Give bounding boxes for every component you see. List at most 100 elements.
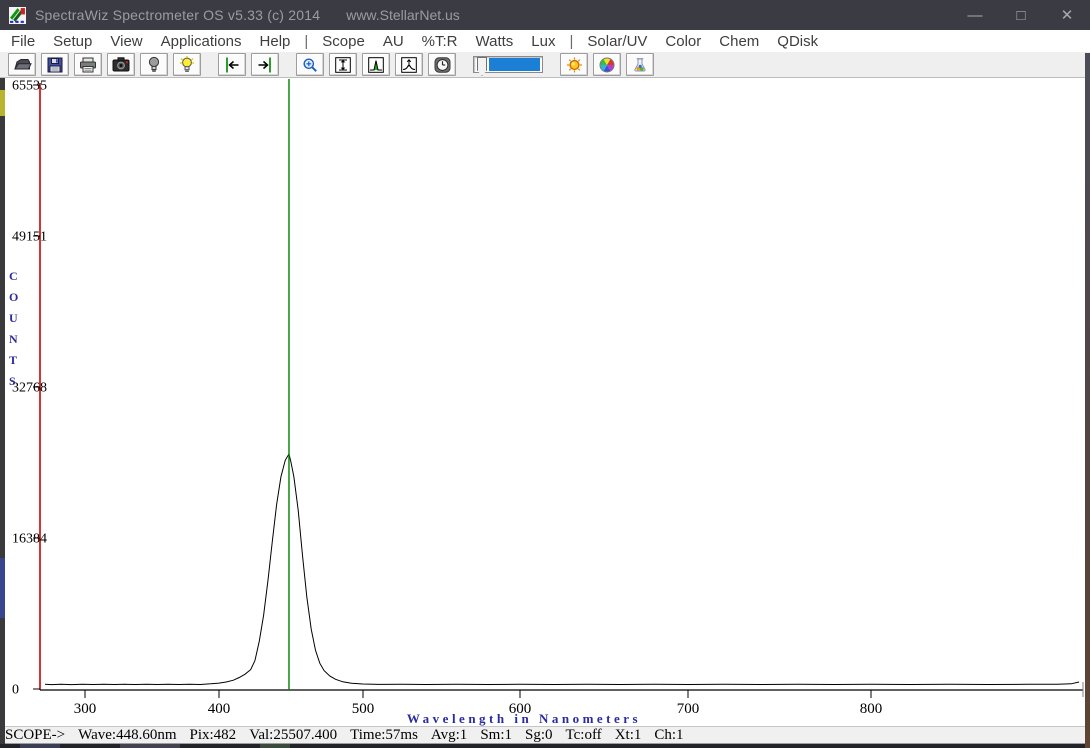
minimize-button[interactable]: — — [952, 0, 998, 30]
lamp-off-button[interactable] — [140, 53, 168, 76]
desktop-artifact — [260, 744, 290, 748]
status-field: Time:57ms — [350, 727, 418, 744]
y-axis-title-letter: O — [9, 290, 18, 304]
status-field: Pix:482 — [190, 727, 237, 744]
slider-handle[interactable] — [477, 57, 487, 76]
cursor-right-button[interactable] — [251, 53, 279, 76]
status-field: Xt:1 — [615, 727, 642, 744]
cursor-left-icon — [223, 57, 241, 73]
window-title-url: www.StellarNet.us — [346, 7, 460, 23]
menu-bar: FileSetupViewApplicationsHelp|ScopeAU%T:… — [0, 30, 1090, 52]
peak-up-icon — [401, 57, 417, 73]
y-tick-label: 32768 — [12, 380, 47, 395]
spectrawiz-window: { "window": { "title": "SpectraWiz Spect… — [0, 0, 1090, 748]
window-controls: — □ ✕ — [952, 0, 1090, 30]
autoscale-y-button[interactable] — [329, 53, 357, 76]
status-field: Avg:1 — [431, 727, 467, 744]
magnifier-icon — [302, 57, 318, 73]
maximize-button[interactable]: □ — [998, 0, 1044, 30]
x-tick-label: 500 — [352, 701, 375, 717]
x-tick-label: 300 — [74, 701, 97, 717]
x-tick-label: 800 — [860, 701, 883, 717]
y-tick-label: 16384 — [12, 531, 47, 546]
desktop-edge-left — [0, 78, 5, 744]
menu-separator: | — [564, 33, 578, 50]
print-button[interactable] — [74, 53, 102, 76]
menu-item-scope[interactable]: Scope — [313, 33, 374, 50]
lamp-on-button[interactable] — [173, 53, 201, 76]
desktop-edge-right — [1085, 53, 1090, 748]
app-logo-icon — [9, 7, 26, 24]
menu-item-setup[interactable]: Setup — [44, 33, 101, 50]
desktop-artifact — [0, 558, 5, 618]
integration-slider[interactable] — [473, 56, 543, 73]
toolbar — [0, 52, 1090, 78]
snapshot-button[interactable] — [107, 53, 135, 76]
spectrum-plot[interactable]: 016384327684915165535300400500600700800W… — [0, 78, 1090, 726]
menu-item-solar-uv[interactable]: Solar/UV — [578, 33, 656, 50]
desktop-artifact — [0, 90, 5, 116]
open-button[interactable] — [8, 53, 36, 76]
folder-icon — [13, 57, 32, 73]
peak-hold-button[interactable] — [395, 53, 423, 76]
y-tick-label: 49151 — [12, 230, 47, 245]
title-bar: SpectraWiz Spectrometer OS v5.33 (c) 201… — [0, 0, 1090, 30]
y-axis-title-letter: C — [9, 269, 18, 283]
integration-time-button[interactable] — [428, 53, 456, 76]
menu-item-applications[interactable]: Applications — [152, 33, 251, 50]
menu-item-view[interactable]: View — [101, 33, 151, 50]
y-tick-label: 65535 — [12, 79, 47, 94]
status-field: Tc:off — [566, 727, 602, 744]
menu-item-qdisk[interactable]: QDisk — [768, 33, 827, 50]
desktop-artifact — [120, 744, 180, 748]
save-button[interactable] — [41, 53, 69, 76]
spectrum-svg[interactable]: 016384327684915165535300400500600700800W… — [0, 78, 1090, 726]
slider-fill — [489, 58, 540, 71]
desktop-edge-bottom — [0, 744, 1090, 748]
color-wheel-button[interactable] — [593, 53, 621, 76]
zoom-button[interactable] — [296, 53, 324, 76]
color-wheel-icon — [599, 57, 615, 73]
spectrum-trace — [45, 454, 1079, 685]
status-field: Sm:1 — [480, 727, 512, 744]
status-field: Val:25507.400 — [249, 727, 337, 744]
menu-item-au[interactable]: AU — [374, 33, 413, 50]
x-axis-title: Wavelength in Nanometers — [407, 711, 641, 726]
y-axis-title-letter: N — [9, 332, 18, 346]
desktop-artifact — [20, 744, 60, 748]
status-field: Wave:448.60nm — [78, 727, 176, 744]
vertical-arrows-icon — [335, 57, 351, 73]
menu-item--t-r[interactable]: %T:R — [413, 33, 467, 50]
sun-icon — [566, 57, 583, 73]
menu-item-help[interactable]: Help — [251, 33, 300, 50]
x-tick-label: 400 — [208, 701, 231, 717]
y-axis-title-letter: U — [9, 311, 18, 325]
status-field: Sg:0 — [525, 727, 553, 744]
menu-item-watts[interactable]: Watts — [467, 33, 523, 50]
spectrum-peak-icon — [368, 57, 384, 73]
menu-item-chem[interactable]: Chem — [710, 33, 768, 50]
printer-icon — [79, 57, 97, 73]
status-field: Ch:1 — [654, 727, 683, 744]
beaker-icon — [632, 57, 648, 73]
y-tick-label: 0 — [12, 683, 19, 698]
y-axis-title-letter: S — [9, 374, 16, 388]
menu-item-file[interactable]: File — [2, 33, 44, 50]
bulb-on-icon — [179, 56, 195, 73]
menu-separator: | — [299, 33, 313, 50]
peak-view-button[interactable] — [362, 53, 390, 76]
close-button[interactable]: ✕ — [1044, 0, 1090, 30]
cursor-right-icon — [256, 57, 274, 73]
camera-icon — [112, 57, 130, 72]
bulb-off-icon — [147, 56, 161, 73]
x-tick-label: 700 — [677, 701, 700, 717]
clock-icon — [434, 57, 451, 73]
status-mode: SCOPE-> — [5, 727, 65, 744]
floppy-icon — [47, 57, 63, 73]
y-axis-title-letter: T — [9, 353, 17, 367]
sample-color-button[interactable] — [626, 53, 654, 76]
sun-correction-button[interactable] — [560, 53, 588, 76]
cursor-left-button[interactable] — [218, 53, 246, 76]
menu-item-color[interactable]: Color — [656, 33, 710, 50]
menu-item-lux[interactable]: Lux — [522, 33, 564, 50]
